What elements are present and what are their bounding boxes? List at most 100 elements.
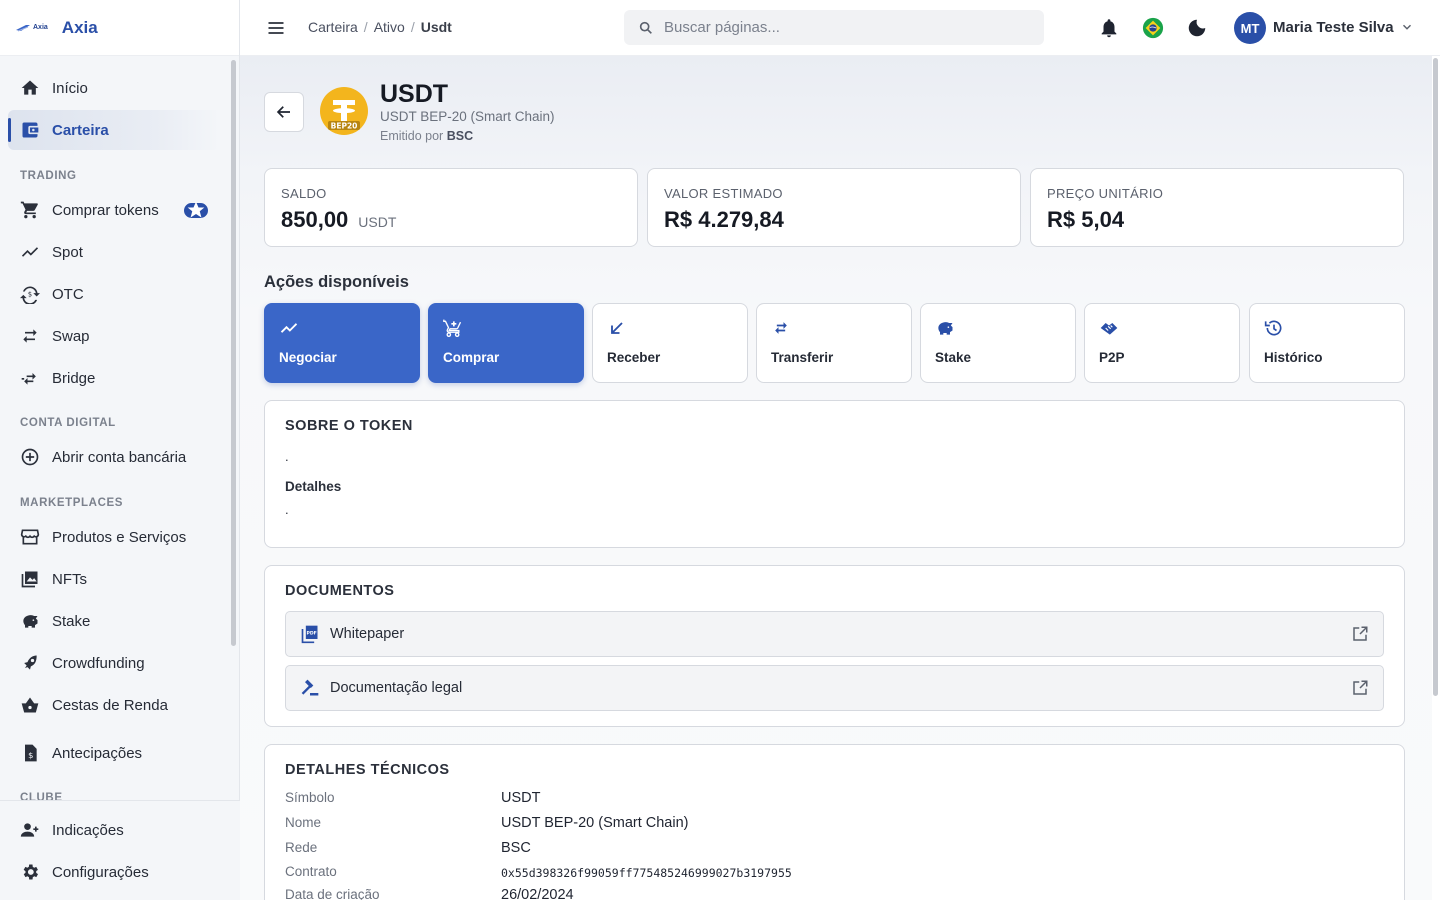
tech-value-contract[interactable]: 0x55d398326f99059ff775485246999027b31979… <box>501 864 792 880</box>
external-link-icon[interactable] <box>1351 625 1369 643</box>
stat-amount: 850,00 <box>281 207 349 232</box>
sidebar-item-antecipacoes[interactable]: $ Antecipações <box>8 733 220 773</box>
document-label: Whitepaper <box>330 626 405 642</box>
action-label: Comprar <box>443 350 500 365</box>
avatar[interactable]: MT <box>1234 12 1266 44</box>
nav-section-conta-digital: CONTA DIGITAL <box>20 417 116 429</box>
actions-title: Ações disponíveis <box>264 273 409 291</box>
sidebar-item-crowdfunding[interactable]: Crowdfunding <box>8 643 220 683</box>
sidebar-item-label: Abrir conta bancária <box>52 448 187 466</box>
sidebar-item-abrir-conta[interactable]: Abrir conta bancária <box>8 437 220 477</box>
tech-key: Data de criação <box>285 887 380 900</box>
wallet-icon <box>22 122 39 138</box>
tech-row-contrato: Contrato 0x55d398326f99059ff775485246999… <box>285 864 1185 880</box>
action-comprar-button[interactable]: Comprar <box>428 303 584 383</box>
receipt-icon: $ <box>25 744 37 762</box>
brand-mini-label: Axia <box>33 24 48 31</box>
search-icon <box>639 21 652 34</box>
dark-mode-icon[interactable] <box>1186 17 1208 39</box>
menu-icon[interactable] <box>266 18 286 38</box>
person-add-icon <box>20 823 39 837</box>
tech-row-data-criacao: Data de criação 26/02/2024 <box>285 887 1185 900</box>
sidebar-item-label: Cestas de Renda <box>52 696 168 714</box>
breadcrumb: Carteira / Ativo / Usdt <box>308 19 452 35</box>
sidebar-item-spot[interactable]: Spot <box>8 232 220 272</box>
sidebar-item-label: Swap <box>52 327 90 345</box>
topbar: Carteira / Ativo / Usdt Buscar páginas..… <box>240 0 1440 56</box>
bell-icon[interactable] <box>1098 17 1120 39</box>
sidebar-item-otc[interactable]: $ OTC <box>8 274 220 314</box>
documents-card: DOCUMENTOS PDF Whitepaper Documentação l… <box>264 565 1405 727</box>
breadcrumb-item-ativo[interactable]: Ativo <box>374 19 405 35</box>
stat-card-saldo: SALDO 850,00 USDT <box>264 168 638 247</box>
user-name[interactable]: Maria Teste Silva <box>1273 19 1394 36</box>
tech-value: BSC <box>501 840 531 856</box>
piggy-bank-icon <box>23 615 38 628</box>
back-button[interactable] <box>264 92 304 132</box>
documents-title: DOCUMENTOS <box>285 583 395 599</box>
sidebar-item-label: NFTs <box>52 570 87 588</box>
sidebar-item-label: Stake <box>52 612 91 630</box>
search-input[interactable]: Buscar páginas... <box>624 10 1044 45</box>
action-historico-button[interactable]: Histórico <box>1249 303 1405 383</box>
main-content: BEP20 USDT USDT BEP-20 (Smart Chain) Emi… <box>240 56 1432 900</box>
sidebar-item-label: Indicações <box>52 821 124 839</box>
document-legal[interactable]: Documentação legal <box>285 665 1384 711</box>
action-label: Negociar <box>279 350 337 365</box>
sidebar-item-bridge[interactable]: Bridge <box>8 358 220 398</box>
tech-row-simbolo: Símbolo USDT <box>285 790 1185 806</box>
sidebar-item-indicacoes[interactable]: Indicações <box>8 810 220 850</box>
sidebar-item-label: Início <box>52 79 88 97</box>
rocket-icon <box>24 655 37 670</box>
sidebar-item-comprar-tokens[interactable]: Comprar tokens <box>8 190 220 230</box>
brand[interactable]: Axia Axia <box>0 0 239 56</box>
action-p2p-button[interactable]: P2P <box>1084 303 1240 383</box>
technical-title: DETALHES TÉCNICOS <box>285 762 450 778</box>
home-icon <box>21 80 39 95</box>
tech-row-rede: Rede BSC <box>285 840 1185 856</box>
sidebar-bottom: Indicações Configurações <box>0 800 240 900</box>
sidebar-item-carteira[interactable]: Carteira <box>8 110 220 150</box>
sidebar-item-swap[interactable]: Swap <box>8 316 220 356</box>
usdt-token-logo: BEP20 <box>320 87 368 135</box>
brazil-flag-icon[interactable] <box>1142 17 1164 39</box>
store-icon <box>20 529 40 545</box>
featured-badge <box>184 201 208 218</box>
main-scrollbar[interactable] <box>1433 58 1438 696</box>
tech-value: USDT BEP-20 (Smart Chain) <box>501 815 689 831</box>
handshake-icon <box>1100 323 1118 335</box>
action-label: Stake <box>935 350 972 365</box>
tech-value: 26/02/2024 <box>501 887 574 900</box>
tech-row-nome: Nome USDT BEP-20 (Smart Chain) <box>285 815 1185 831</box>
sidebar: Axia Axia Início Carteira TRADING Compra… <box>0 0 240 900</box>
sidebar-item-stake[interactable]: Stake <box>8 601 220 641</box>
tech-key: Rede <box>285 840 318 855</box>
cart-plus-icon <box>443 319 462 338</box>
tech-key: Contrato <box>285 864 337 879</box>
document-whitepaper[interactable]: PDF Whitepaper <box>285 611 1384 657</box>
sidebar-item-label: Bridge <box>52 369 96 387</box>
sidebar-item-label: Produtos e Serviços <box>52 528 187 546</box>
external-link-icon[interactable] <box>1351 679 1369 697</box>
svg-text:$: $ <box>28 291 32 299</box>
plus-circle-icon <box>21 448 39 466</box>
sidebar-scrollbar[interactable] <box>231 60 236 646</box>
sidebar-item-configuracoes[interactable]: Configurações <box>8 852 220 892</box>
swap-icon <box>23 329 37 343</box>
bridge-icon <box>21 373 36 385</box>
chevron-down-icon[interactable] <box>1400 20 1414 34</box>
action-stake-button[interactable]: Stake <box>920 303 1076 383</box>
tech-key: Nome <box>285 815 322 830</box>
sidebar-item-produtos[interactable]: Produtos e Serviços <box>8 517 220 557</box>
action-negociar-button[interactable]: Negociar <box>264 303 420 383</box>
cart-icon <box>20 201 38 219</box>
sidebar-item-cestas[interactable]: Cestas de Renda <box>8 685 220 725</box>
about-details-title: Detalhes <box>285 479 342 494</box>
sidebar-item-inicio[interactable]: Início <box>8 68 220 108</box>
nav-section-marketplaces: MARKETPLACES <box>20 497 124 509</box>
sidebar-item-nfts[interactable]: NFTs <box>8 559 220 599</box>
breadcrumb-item-carteira[interactable]: Carteira <box>308 19 358 35</box>
action-transferir-button[interactable]: Transferir <box>756 303 912 383</box>
stat-label: SALDO <box>281 186 327 201</box>
action-receber-button[interactable]: Receber <box>592 303 748 383</box>
